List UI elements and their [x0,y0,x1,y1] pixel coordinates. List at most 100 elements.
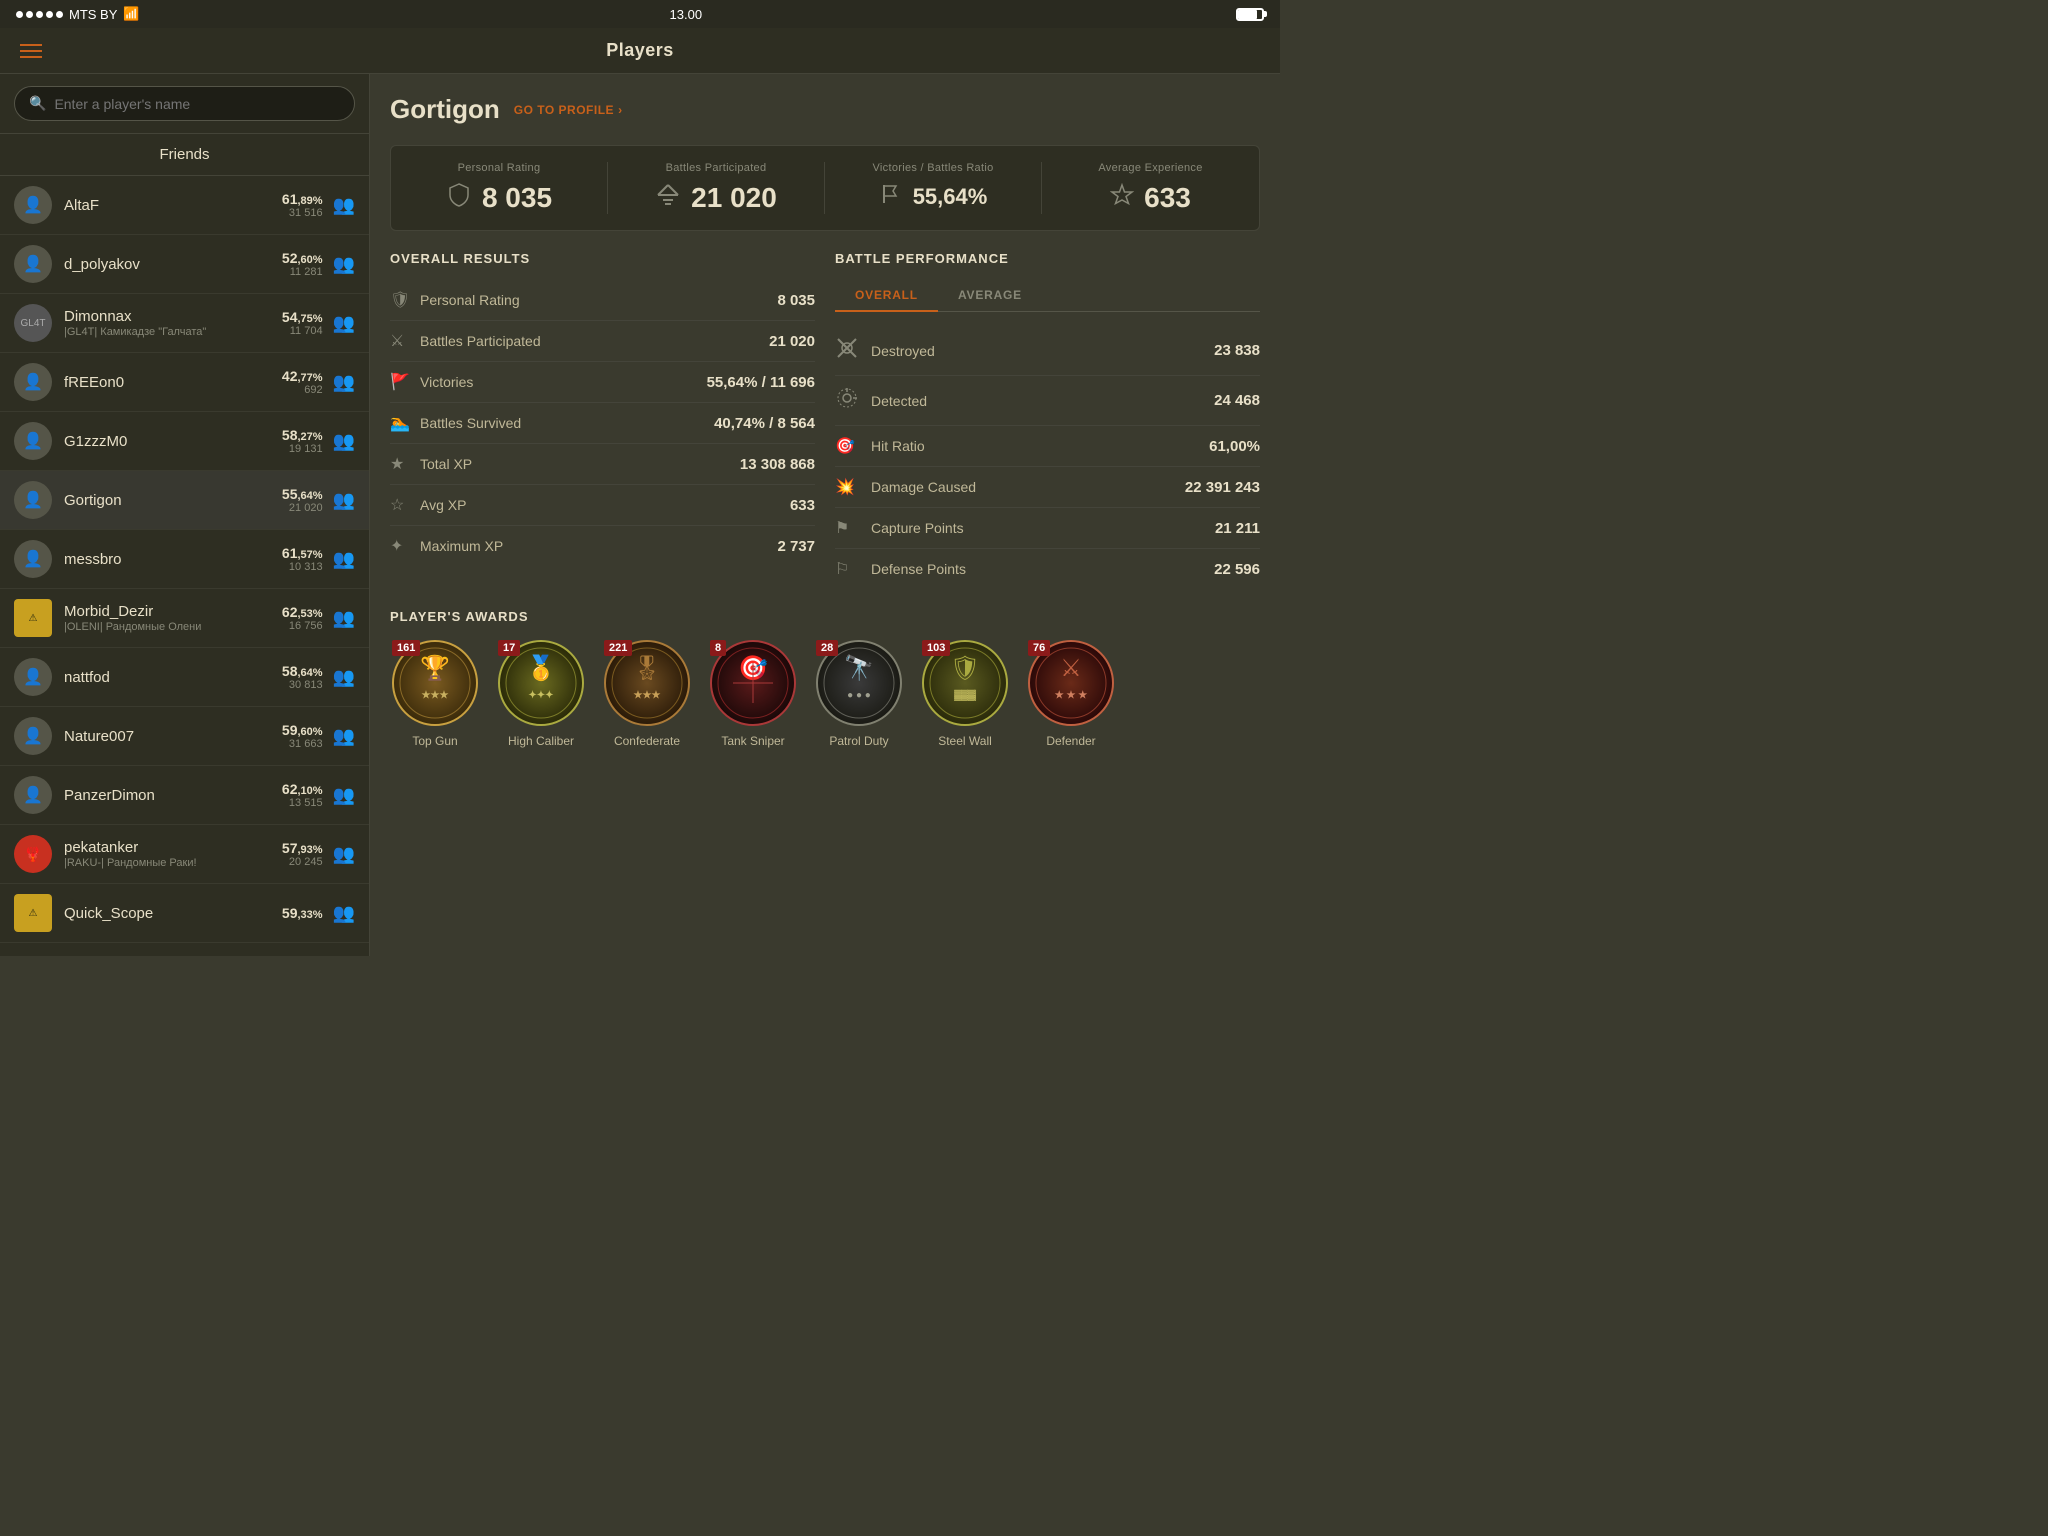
search-container: 🔍 [0,74,369,134]
award-steel-wall[interactable]: 103 🛡 ▓▓▓ [920,638,1010,748]
battles-icon [655,182,681,214]
award-high-caliber[interactable]: 17 🥇 ✦✦✦ [496,638,586,748]
friends-header: Friends [0,134,369,176]
star-icon [1110,183,1134,213]
friend-battles: 10 313 [282,561,323,573]
friend-winrate: 52,60% [282,250,323,266]
result-personal-rating: 🛡 Personal Rating 8 035 [390,280,815,321]
sidebar-item-gortigon[interactable]: 👤 Gortigon 55,64% 21 020 👥 [0,471,369,530]
sidebar: 🔍 Friends 👤 AltaF 61,89% 31 516 👥 👤 d_po… [0,74,370,956]
shield-icon: 🛡 [390,290,420,310]
sidebar-item-g1zzzm0[interactable]: 👤 G1zzzM0 58,27% 19 131 👥 [0,412,369,471]
shield-icon [446,182,472,214]
search-input[interactable] [54,96,340,112]
friend-winrate: 62,53% [282,604,323,620]
award-count: 161 [392,640,420,656]
result-label: Total XP [420,456,740,472]
result-value: 8 035 [777,292,815,309]
avatar: 👤 [14,481,52,519]
player-header: Gortigon GO TO PROFILE › [390,94,1260,125]
friend-winrate: 61,57% [282,545,323,561]
avatar: GL4T [14,304,52,342]
award-top-gun[interactable]: 161 🏆 ★★★ [390,638,480,748]
friend-info: Nature007 [64,728,282,745]
add-friend-icon[interactable]: 👥 [333,785,355,806]
friend-info: nattfod [64,669,282,686]
search-box[interactable]: 🔍 [14,86,355,121]
award-badge: 76 ⚔ ★ ★ ★ [1026,638,1116,728]
tab-overall[interactable]: OVERALL [835,280,938,312]
award-patrol-duty[interactable]: 28 🔭 ● ● ● [814,638,904,748]
add-friend-icon[interactable]: 👥 [333,549,355,570]
perf-value: 61,00% [1209,438,1260,455]
add-friend-icon[interactable]: 👥 [333,903,355,924]
friend-battles: 13 515 [282,797,323,809]
carrier-name: MTS BY [69,7,117,22]
friend-info: pekatanker |RAKU-| Рандомные Раки! [64,839,282,869]
sidebar-item-nattfod[interactable]: 👤 nattfod 58,64% 30 813 👥 [0,648,369,707]
sidebar-item-morbiddezir[interactable]: ⚠ Morbid_Dezir |OLENI| Рандомные Олени 6… [0,589,369,648]
award-name: Top Gun [412,734,457,748]
tab-average[interactable]: AVERAGE [938,280,1042,312]
sidebar-item-nature007[interactable]: 👤 Nature007 59,60% 31 663 👥 [0,707,369,766]
award-name: Patrol Duty [829,734,888,748]
perf-destroyed: Destroyed 23 838 [835,326,1260,376]
perf-label: Hit Ratio [871,438,1209,454]
hamburger-menu[interactable] [20,44,42,58]
stat-label: Victories / Battles Ratio [841,162,1025,174]
avatar: 🦞 [14,835,52,873]
award-badge: 161 🏆 ★★★ [390,638,480,728]
sidebar-item-dpolyakov[interactable]: 👤 d_polyakov 52,60% 11 281 👥 [0,235,369,294]
result-max-xp: ✦ Maximum XP 2 737 [390,526,815,566]
add-friend-icon[interactable]: 👥 [333,844,355,865]
stat-victories: Victories / Battles Ratio 55,64% [825,162,1042,214]
add-friend-icon[interactable]: 👥 [333,195,355,216]
friend-battles: 19 131 [282,443,323,455]
avatar: 👤 [14,540,52,578]
battery-icon [1236,8,1264,21]
stat-label: Average Experience [1058,162,1243,174]
award-count: 28 [816,640,838,656]
award-badge: 17 🥇 ✦✦✦ [496,638,586,728]
result-label: Personal Rating [420,292,777,308]
friend-battles: 21 020 [282,502,323,514]
add-friend-icon[interactable]: 👥 [333,608,355,629]
award-defender[interactable]: 76 ⚔ ★ ★ ★ [1026,638,1116,748]
avatar: 👤 [14,363,52,401]
friend-stats: 61,57% 10 313 [282,545,323,573]
sidebar-item-quickscope[interactable]: ⚠ Quick_Scope 59,33% 👥 [0,884,369,943]
overall-results-title: OVERALL RESULTS [390,251,815,266]
result-label: Battles Participated [420,333,769,349]
friend-winrate: 42,77% [282,368,323,384]
friend-battles: 30 813 [282,679,323,691]
avatar: 👤 [14,422,52,460]
add-friend-icon[interactable]: 👥 [333,667,355,688]
add-friend-icon[interactable]: 👥 [333,372,355,393]
friend-winrate: 58,64% [282,663,323,679]
add-friend-icon[interactable]: 👥 [333,313,355,334]
sidebar-item-freeon0[interactable]: 👤 fREEon0 42,77% 692 👥 [0,353,369,412]
add-friend-icon[interactable]: 👥 [333,726,355,747]
sidebar-item-panzerdimon[interactable]: 👤 PanzerDimon 62,10% 13 515 👥 [0,766,369,825]
award-name: Steel Wall [938,734,992,748]
add-friend-icon[interactable]: 👥 [333,490,355,511]
sidebar-item-dimonnax[interactable]: GL4T Dimonnax |GL4T| Камикадзе "Галчата"… [0,294,369,353]
award-tank-sniper[interactable]: 8 🎯 [708,638,798,748]
award-confederate[interactable]: 221 🎖 ★★★ [602,638,692,748]
friend-name: Morbid_Dezir [64,603,282,620]
add-friend-icon[interactable]: 👥 [333,431,355,452]
sidebar-item-messbro[interactable]: 👤 messbro 61,57% 10 313 👥 [0,530,369,589]
battle-performance-title: BATTLE PERFORMANCE [835,251,1260,266]
go-to-profile-link[interactable]: GO TO PROFILE › [514,103,623,117]
svg-text:🥇: 🥇 [526,654,556,682]
sidebar-item-pekatanker[interactable]: 🦞 pekatanker |RAKU-| Рандомные Раки! 57,… [0,825,369,884]
friend-stats: 57,93% 20 245 [282,840,323,868]
sidebar-item-altaf[interactable]: 👤 AltaF 61,89% 31 516 👥 [0,176,369,235]
award-name: Defender [1046,734,1095,748]
add-friend-icon[interactable]: 👥 [333,254,355,275]
friend-name: G1zzzM0 [64,433,282,450]
friend-info: Morbid_Dezir |OLENI| Рандомные Олени [64,603,282,633]
survived-icon: 🏊 [390,413,420,433]
nav-title: Players [606,40,674,61]
award-name: High Caliber [508,734,574,748]
